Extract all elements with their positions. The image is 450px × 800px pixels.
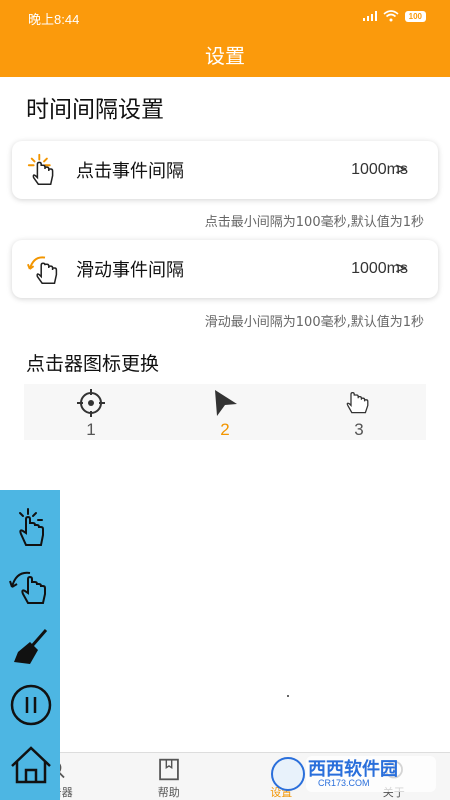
pause-icon[interactable]	[8, 682, 54, 728]
status-time: 晚上8:44	[28, 12, 80, 27]
wifi-icon	[383, 10, 399, 22]
watermark-sub: CR173.COM	[318, 778, 370, 788]
icon-option-1[interactable]: 1	[24, 384, 158, 440]
arrow-pointer-icon	[215, 390, 237, 416]
swipe-interval-card[interactable]: 滑动事件间隔 1000ms >	[12, 240, 438, 298]
app-header: 晚上8:44 100 设置	[0, 0, 450, 77]
click-interval-hint: 点击最小间隔为100毫秒,默认值为1秒	[204, 215, 424, 230]
swipe-hand-icon[interactable]	[8, 563, 54, 609]
icon-option-number: 1	[86, 420, 96, 439]
tap-hand-icon	[27, 153, 54, 186]
icon-option-number: 2	[220, 420, 230, 439]
interval-section-title: 时间间隔设置	[26, 97, 164, 123]
swipe-interval-label: 滑动事件间隔	[76, 260, 184, 281]
click-interval-card[interactable]: 点击事件间隔 1000ms >	[12, 141, 438, 199]
home-icon[interactable]	[8, 742, 54, 788]
chevron-right-icon: >	[394, 258, 408, 277]
icon-options: 1 2 3	[24, 384, 426, 440]
battery-icon: 100	[404, 10, 426, 22]
tap-hand-icon[interactable]	[8, 505, 54, 551]
icon-option-number: 3	[354, 420, 364, 439]
icon-section-title: 点击器图标更换	[26, 353, 160, 375]
decorative-dot	[287, 695, 289, 697]
crosshair-icon	[77, 389, 105, 417]
nav-label: 帮助	[157, 786, 180, 799]
page-title: 设置	[205, 44, 245, 68]
icon-option-3[interactable]: 3	[292, 384, 426, 440]
status-icons: 100	[362, 10, 426, 22]
swipe-interval-hint: 滑动最小间隔为100毫秒,默认值为1秒	[204, 315, 424, 330]
click-interval-label: 点击事件间隔	[76, 161, 184, 182]
nav-help[interactable]: 帮助	[113, 753, 226, 800]
broom-icon[interactable]	[8, 624, 54, 670]
book-icon	[158, 758, 179, 781]
hand-pointer-icon	[346, 391, 369, 414]
icon-option-2[interactable]: 2	[158, 384, 292, 440]
signal-icon	[362, 11, 377, 21]
swipe-hand-icon	[27, 256, 58, 285]
chevron-right-icon: >	[394, 159, 408, 178]
